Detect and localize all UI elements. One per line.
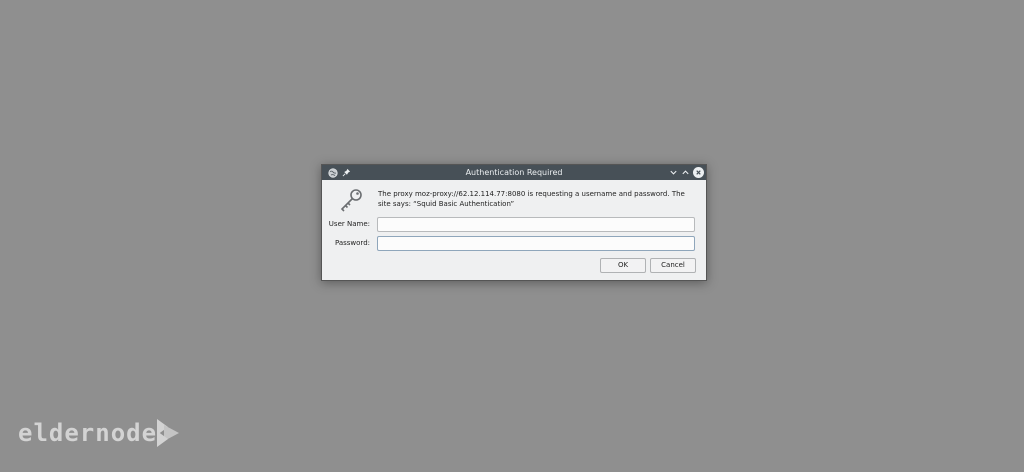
auth-dialog: Authentication Required The proxy moz-pr… [321,164,707,281]
auth-message: The proxy moz-proxy://62.12.114.77:8080 … [378,190,685,208]
pin-icon[interactable] [341,167,352,178]
username-label: User Name: [328,220,370,228]
username-input[interactable] [377,217,695,232]
dialog-titlebar[interactable]: Authentication Required [322,165,706,180]
close-icon[interactable] [693,167,704,178]
logo-text: eldernode [18,419,158,447]
password-input[interactable] [377,236,695,251]
globe-icon[interactable] [327,167,338,178]
cancel-button[interactable]: Cancel [650,258,696,273]
eldernode-logo: eldernode [18,413,181,453]
chevron-down-icon[interactable] [668,167,679,178]
dialog-title: Authentication Required [465,168,563,177]
ok-button[interactable]: OK [600,258,646,273]
password-label: Password: [334,239,370,247]
chevron-up-icon[interactable] [680,167,691,178]
key-icon [338,187,364,213]
logo-arrows-icon [157,419,180,447]
